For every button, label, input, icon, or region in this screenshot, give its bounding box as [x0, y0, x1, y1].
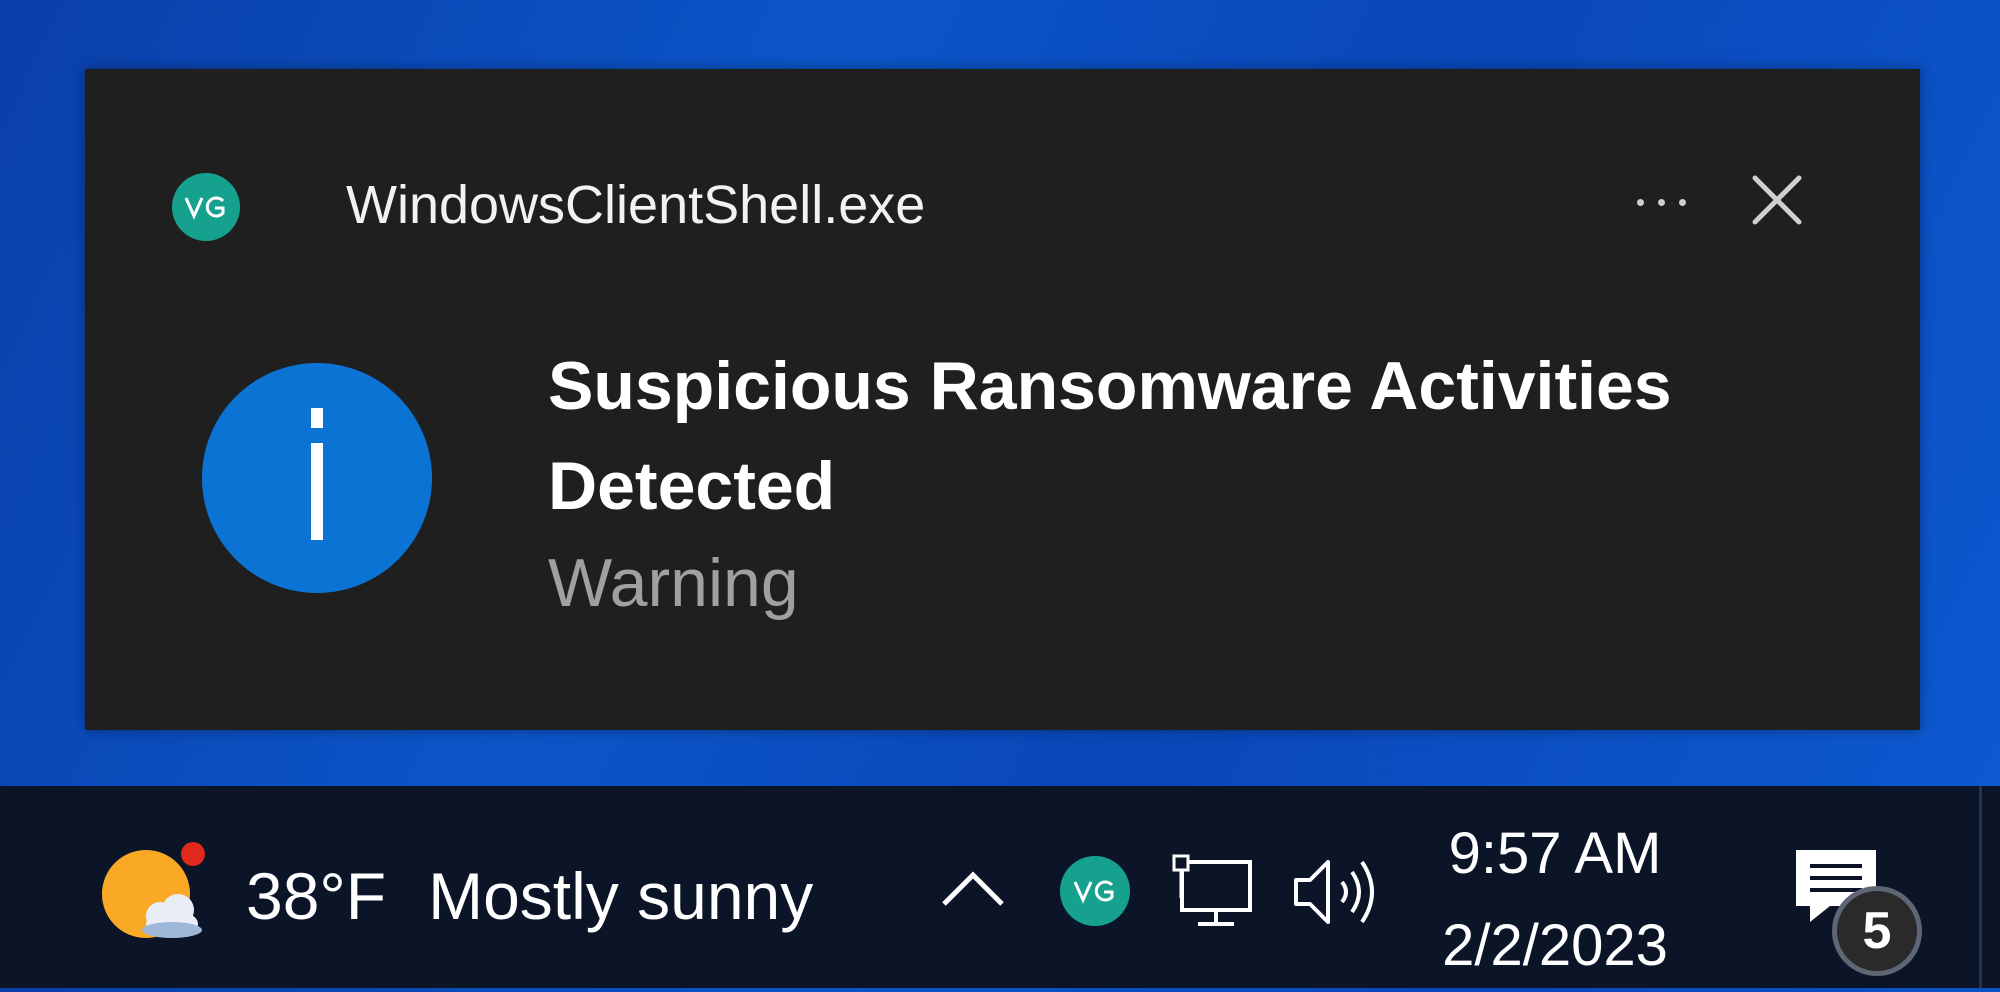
notification-count-badge: 5	[1832, 886, 1922, 976]
weather-condition: Mostly sunny	[428, 859, 814, 933]
close-icon	[1752, 175, 1802, 225]
weather-widget[interactable]: 38°F Mostly sunny	[246, 856, 813, 936]
tray-app-icon[interactable]	[1060, 856, 1130, 926]
app-logo-icon	[172, 173, 240, 241]
clock-time: 9:57 AM	[1448, 821, 1662, 886]
info-icon-dot	[311, 408, 323, 428]
system-clock[interactable]: 9:57 AM 2/2/2023	[1430, 808, 1680, 992]
network-icon[interactable]	[1170, 852, 1256, 932]
toast-subtitle: Warning	[548, 545, 799, 621]
vg-logo-glyph	[1073, 880, 1114, 904]
weather-temperature: 38°F	[246, 859, 387, 933]
info-icon	[202, 363, 432, 593]
more-options-icon	[1636, 198, 1644, 206]
clock-date: 2/2/2023	[1442, 913, 1668, 978]
close-button[interactable]	[1742, 165, 1812, 235]
volume-icon[interactable]	[1290, 852, 1380, 932]
toast-title: Suspicious Ransomware Activities Detecte…	[548, 348, 1672, 524]
taskbar-edge	[1979, 786, 1982, 988]
toast-app-name: WindowsClientShell.exe	[346, 175, 926, 235]
info-icon-bar	[311, 443, 323, 540]
more-options-icon	[1678, 198, 1686, 206]
more-options-icon	[1657, 198, 1665, 206]
more-options-button[interactable]	[1626, 172, 1696, 232]
weather-partly-sunny-icon[interactable]	[92, 832, 212, 952]
vg-logo-glyph	[184, 196, 225, 220]
chevron-up-icon[interactable]	[938, 866, 1008, 912]
